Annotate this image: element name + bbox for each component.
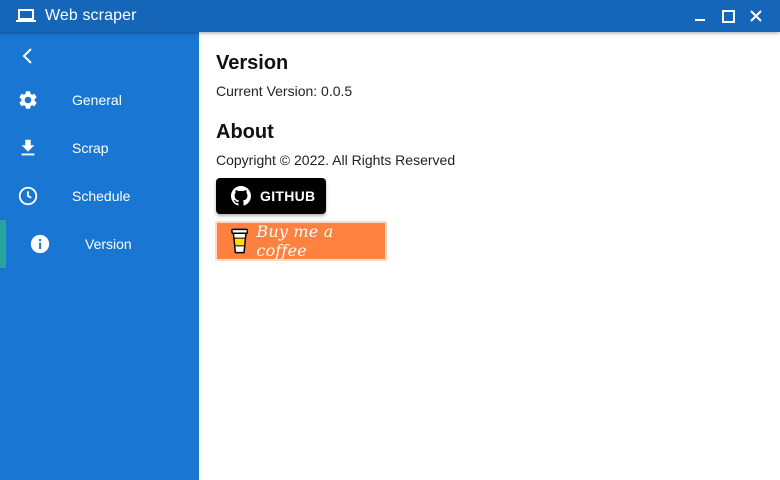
sidebar-item-label: Scrap [72,140,109,156]
download-icon [16,136,40,160]
coffee-button-label: Buy me a coffee [256,222,334,260]
minimize-icon [695,19,705,21]
minimize-button[interactable] [686,0,714,32]
close-icon [750,10,762,22]
copyright-text: Copyright © 2022. All Rights Reserved [216,152,456,168]
github-button-label: GITHUB [260,188,316,204]
coffee-cup-icon [231,228,249,254]
sidebar-item-general[interactable]: General [0,76,199,124]
sidebar-item-label: General [72,92,122,108]
laptop-icon [16,8,36,24]
current-version-text: Current Version: 0.0.5 [216,83,353,99]
sidebar-item-scrap[interactable]: Scrap [0,124,199,172]
close-button[interactable] [742,0,770,32]
back-button[interactable] [14,42,42,70]
buy-me-a-coffee-button[interactable]: Buy me a coffee [215,221,387,261]
main-content: Version Current Version: 0.0.5 About Cop… [199,32,780,480]
window-title: Web scraper [45,7,137,24]
window-controls [686,0,780,32]
info-icon [28,232,52,256]
sidebar-item-label: Schedule [72,188,131,204]
title-bar: Web scraper [0,0,780,32]
chevron-left-icon [22,48,32,64]
sidebar: General Scrap Schedule Version [0,32,199,480]
clock-icon [16,184,40,208]
sidebar-item-schedule[interactable]: Schedule [0,172,199,220]
about-heading: About [216,121,274,143]
maximize-button[interactable] [714,0,742,32]
github-button[interactable]: GITHUB [216,178,326,214]
maximize-icon [721,9,735,23]
version-heading: Version [216,52,289,74]
gear-icon [16,88,40,112]
sidebar-item-label: Version [85,236,132,252]
sidebar-item-version[interactable]: Version [0,220,199,268]
github-icon [231,186,251,206]
